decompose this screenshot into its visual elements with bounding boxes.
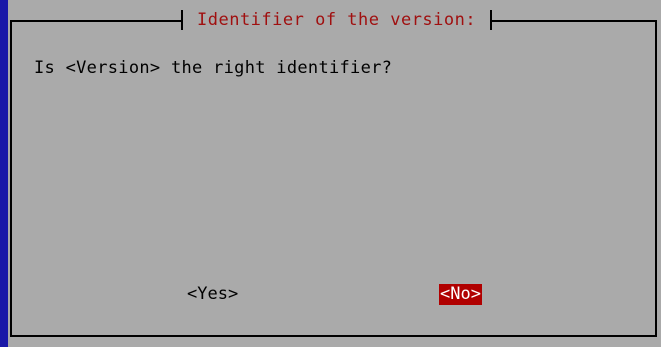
yes-button[interactable]: <Yes> (186, 284, 239, 305)
no-button[interactable]: <No> (439, 284, 482, 305)
dialog-title-box: Identifier of the version: (181, 7, 493, 33)
dialog-window: Identifier of the version: Is <Version> … (8, 0, 661, 347)
dialog-question: Is <Version> the right identifier? (34, 58, 393, 78)
dialog-title: Identifier of the version: (197, 10, 477, 30)
